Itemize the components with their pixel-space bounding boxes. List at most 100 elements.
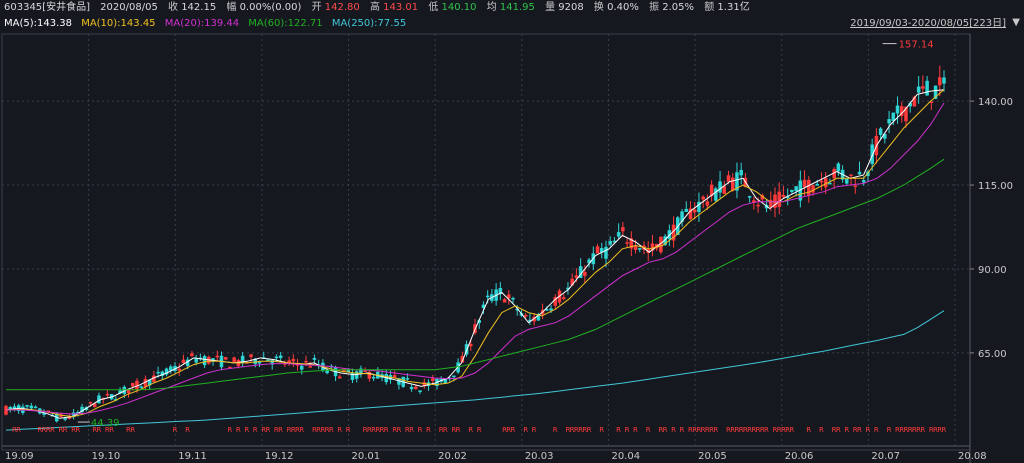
x-tick-label: 19.10 xyxy=(92,451,121,462)
candle-body xyxy=(202,356,207,366)
candle-body xyxy=(925,80,929,96)
candle-body xyxy=(942,77,946,84)
kline-chart[interactable]: 140.00 115.00 90.00 65.00 19.09 19.10 19.11 19.… xyxy=(0,0,1024,463)
candle-body xyxy=(718,181,722,193)
candle-body xyxy=(574,275,579,278)
candle-body xyxy=(938,77,942,86)
candle-body xyxy=(853,185,858,187)
candle-body xyxy=(418,390,422,392)
signal-marker: R xyxy=(63,426,68,434)
candle-body xyxy=(794,186,798,191)
candle-body xyxy=(726,175,731,182)
signal-marker: R xyxy=(329,426,334,434)
candle-body xyxy=(747,196,752,198)
candle-body xyxy=(828,182,832,185)
y-tick-label: 115.00 xyxy=(978,181,1013,192)
signal-marker: R xyxy=(616,426,621,434)
signal-marker: R xyxy=(477,426,482,434)
candle-body xyxy=(287,360,291,363)
signal-marker: R xyxy=(253,426,258,434)
candle-body xyxy=(177,368,181,371)
signal-marker: R xyxy=(185,426,190,434)
ma20-line xyxy=(6,102,945,415)
signal-marker: R xyxy=(625,426,630,434)
x-tick-label: 19.09 xyxy=(5,451,34,462)
candle-body xyxy=(409,386,414,390)
signal-marker: R xyxy=(299,426,304,434)
signal-marker: R xyxy=(806,426,811,434)
signal-marker: R xyxy=(337,426,342,434)
candle-body xyxy=(916,86,921,93)
candle-body xyxy=(739,169,743,176)
candle-body xyxy=(308,366,312,368)
candle-body xyxy=(705,201,710,206)
signal-marker: R xyxy=(468,426,473,434)
signal-marker: R xyxy=(418,426,423,434)
ma5-line xyxy=(5,89,945,419)
candle-body xyxy=(802,179,807,187)
candle-body xyxy=(815,184,819,186)
x-tick-label: 20.04 xyxy=(611,451,640,462)
signal-marker: R xyxy=(346,426,351,434)
candle-body xyxy=(769,199,773,208)
signal-marker: R xyxy=(532,426,537,434)
candle-body xyxy=(621,227,625,232)
signal-marker: R xyxy=(173,426,178,434)
candle-body xyxy=(921,86,925,89)
candle-body xyxy=(29,405,34,409)
candle-body xyxy=(274,356,279,359)
signal-marker: R xyxy=(265,426,270,434)
candle-body xyxy=(701,196,705,200)
candle-body xyxy=(452,375,456,378)
plot-frame xyxy=(1,33,971,451)
candle-body xyxy=(895,105,900,114)
candle-body xyxy=(92,403,97,408)
signal-marker: R xyxy=(920,426,925,434)
x-tick-label: 20.01 xyxy=(352,451,381,462)
signal-marker: R xyxy=(646,426,651,434)
candle-body xyxy=(811,185,815,193)
signal-marker: R xyxy=(942,426,947,434)
candle-body xyxy=(625,242,629,244)
candle-body xyxy=(414,386,418,390)
signal-marker: R xyxy=(16,426,21,434)
candle-body xyxy=(278,355,283,358)
signal-marker: R xyxy=(396,426,401,434)
signal-marker: R xyxy=(663,426,668,434)
candle-body xyxy=(781,195,786,198)
candle-body xyxy=(583,271,587,276)
signal-marker: R xyxy=(713,426,718,434)
candle-body xyxy=(608,241,612,245)
signal-marker: R xyxy=(874,426,879,434)
signal-marker: R xyxy=(109,426,114,434)
signal-marker: R xyxy=(511,426,516,434)
x-tick-label: 20.02 xyxy=(438,451,467,462)
candle-body xyxy=(616,232,621,237)
signal-marker: R xyxy=(278,426,283,434)
candle-body xyxy=(105,393,110,396)
candle-body xyxy=(25,405,29,407)
signal-marker: R xyxy=(384,426,389,434)
candle-body xyxy=(232,357,236,362)
signal-marker: R xyxy=(587,426,592,434)
candle-body xyxy=(291,358,296,362)
candle-body xyxy=(12,406,17,409)
candle-body xyxy=(371,376,376,379)
signal-marker: R xyxy=(227,426,232,434)
candle-body xyxy=(131,382,135,387)
signal-marker: R xyxy=(244,426,249,434)
candle-body xyxy=(405,378,410,380)
signal-marker: R xyxy=(75,426,80,434)
y-tick-label: 140.00 xyxy=(978,97,1013,108)
signal-marker: R xyxy=(865,426,870,434)
candle-body xyxy=(878,128,883,135)
candle-body xyxy=(181,359,186,363)
signal-marker: R xyxy=(671,426,676,434)
x-tick-label: 19.11 xyxy=(178,451,207,462)
candle-body xyxy=(392,375,397,378)
signal-marker: R xyxy=(523,426,528,434)
candle-body xyxy=(194,358,198,363)
candle-body xyxy=(692,209,697,213)
max-price-label: 157.14 xyxy=(899,40,934,51)
candle-body xyxy=(684,208,689,212)
